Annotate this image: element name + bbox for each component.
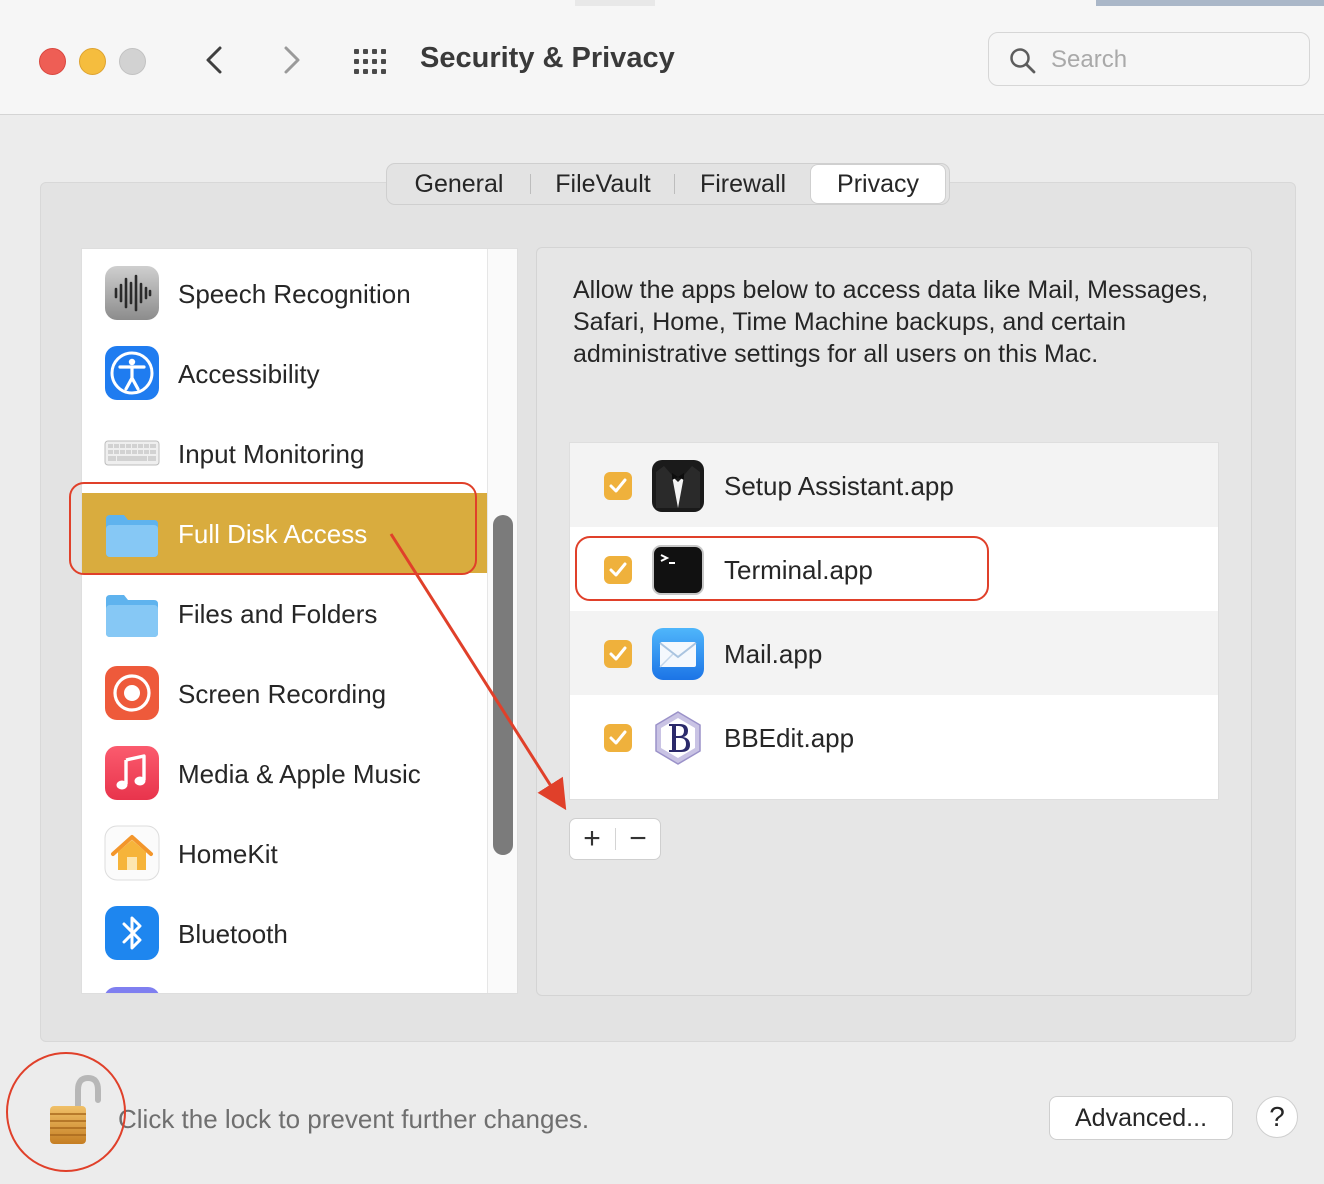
bbedit-icon: [655, 711, 701, 765]
app-name: Terminal.app: [724, 555, 873, 585]
sidebar-item-screen-recording[interactable]: Screen Recording: [82, 653, 487, 733]
chevron-left-icon: [206, 46, 222, 74]
sidebar-scrollbar-thumb[interactable]: [493, 515, 513, 855]
app-row-bbedit[interactable]: BBEdit.app: [570, 695, 1218, 779]
app-checkbox[interactable]: [604, 724, 632, 752]
partial-sidebar-item-icon: [104, 987, 160, 993]
sidebar-item-label: Full Disk Access: [178, 519, 368, 549]
folder-icon: [106, 515, 158, 557]
sidebar-item-label: Speech Recognition: [178, 279, 411, 309]
sidebar-item-homekit[interactable]: HomeKit: [82, 813, 487, 893]
tab-bar: General FileVault Firewall Privacy: [386, 163, 950, 205]
sidebar-item-files-and-folders[interactable]: Files and Folders: [82, 573, 487, 653]
unlocked-padlock-icon[interactable]: [42, 1070, 104, 1148]
tab-general[interactable]: General: [387, 165, 531, 203]
sidebar-item-label: HomeKit: [178, 839, 278, 869]
app-checkbox[interactable]: [604, 472, 632, 500]
music-note-icon: [105, 746, 159, 800]
help-button[interactable]: ?: [1256, 1096, 1298, 1138]
add-app-button[interactable]: +: [570, 820, 614, 858]
title-bar: Security & Privacy: [0, 6, 1324, 115]
sidebar-item-accessibility[interactable]: Accessibility: [82, 333, 487, 413]
sidebar-item-label: Files and Folders: [178, 599, 378, 629]
sidebar-item-label: Bluetooth: [178, 919, 288, 949]
grid-icon: [354, 49, 386, 74]
app-row-setup-assistant[interactable]: Setup Assistant.app: [570, 443, 1218, 527]
access-description: Allow the apps below to access data like…: [573, 276, 1209, 368]
app-checkbox[interactable]: [604, 640, 632, 668]
privacy-category-list: Speech Recognition Accessibility Input M…: [81, 248, 518, 994]
home-icon: [104, 825, 160, 881]
tab-firewall[interactable]: Firewall: [675, 165, 811, 203]
close-button[interactable]: [39, 48, 66, 75]
app-checkbox[interactable]: [604, 556, 632, 584]
sidebar-item-input-monitoring[interactable]: Input Monitoring: [82, 413, 487, 493]
sidebar-item-label: Screen Recording: [178, 679, 387, 709]
terminal-icon: [652, 545, 704, 595]
add-remove-control: + −: [569, 818, 661, 860]
sidebar-item-speech-recognition[interactable]: Speech Recognition: [82, 253, 487, 333]
sidebar-item-label: Accessibility: [178, 359, 320, 389]
remove-app-button[interactable]: −: [616, 820, 660, 858]
checkmark-icon: [609, 646, 627, 661]
keyboard-icon: [104, 440, 160, 466]
checkmark-icon: [609, 562, 627, 577]
app-name: Mail.app: [724, 639, 823, 669]
full-disk-access-panel: Allow the apps below to access data like…: [536, 247, 1252, 996]
minimize-button[interactable]: [79, 48, 106, 75]
app-list: Setup Assistant.app Terminal.app Mail.ap…: [569, 442, 1219, 800]
search-field[interactable]: [988, 32, 1310, 86]
setup-assistant-icon: [652, 460, 704, 512]
checkmark-icon: [609, 478, 627, 493]
sidebar-item-media-apple-music[interactable]: Media & Apple Music: [82, 733, 487, 813]
search-icon: [1010, 48, 1036, 74]
bluetooth-icon: [105, 906, 159, 960]
sidebar-item-bluetooth[interactable]: Bluetooth: [82, 893, 487, 973]
sidebar-item-label: Input Monitoring: [178, 439, 365, 469]
lock-status-text: Click the lock to prevent further change…: [118, 1104, 590, 1134]
app-row-mail[interactable]: Mail.app: [570, 611, 1218, 695]
search-input[interactable]: [1049, 43, 1293, 77]
zoom-button[interactable]: [119, 48, 146, 75]
tab-filevault[interactable]: FileVault: [531, 165, 675, 203]
sidebar-item-full-disk-access[interactable]: Full Disk Access: [82, 493, 487, 573]
sidebar-item-label: Media & Apple Music: [178, 759, 421, 789]
back-button[interactable]: [196, 40, 236, 80]
folder-icon: [106, 595, 158, 637]
checkmark-icon: [609, 730, 627, 745]
tab-privacy[interactable]: Privacy: [811, 165, 945, 203]
waveform-icon: [105, 266, 159, 320]
app-name: Setup Assistant.app: [724, 471, 954, 501]
advanced-button[interactable]: Advanced...: [1049, 1096, 1233, 1140]
window-title: Security & Privacy: [420, 42, 675, 74]
mail-icon: [652, 628, 704, 680]
screen-record-icon: [105, 666, 159, 720]
app-row-terminal[interactable]: Terminal.app: [570, 527, 1218, 611]
accessibility-icon: [105, 346, 159, 400]
show-all-button[interactable]: [352, 48, 390, 76]
chevron-right-icon: [284, 46, 300, 74]
security-privacy-window: Security & Privacy General FileVault Fir…: [0, 6, 1324, 1184]
app-name: BBEdit.app: [724, 723, 855, 753]
forward-button[interactable]: [272, 40, 312, 80]
